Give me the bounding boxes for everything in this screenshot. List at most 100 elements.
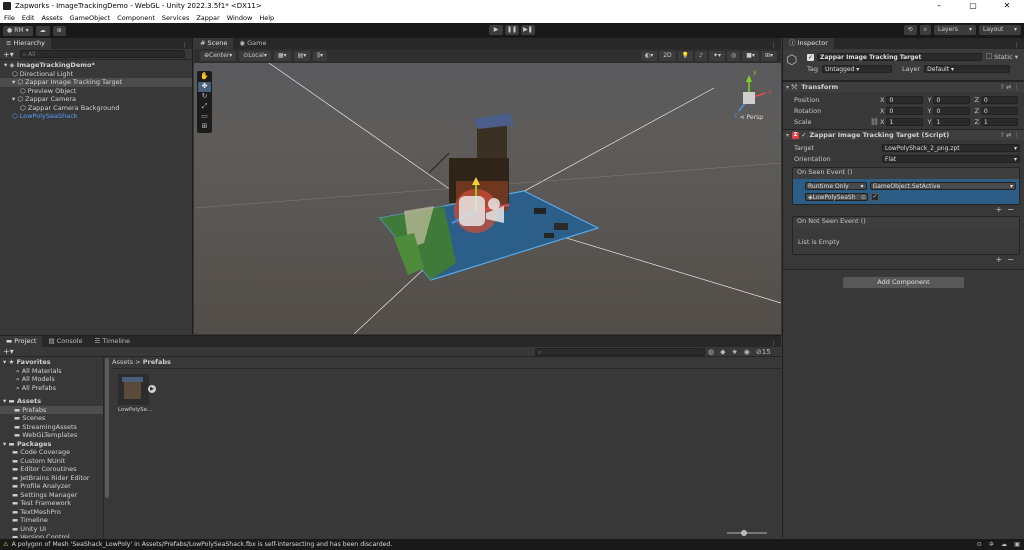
projection-label[interactable]: ⋖ Persp (740, 114, 763, 121)
assets-header[interactable]: ▾ ▬ Assets (0, 397, 103, 406)
position-x-field[interactable]: 0 (886, 95, 924, 104)
align-button[interactable]: ⫼▾ (313, 51, 328, 61)
audio-toggle[interactable]: ♪ (695, 51, 707, 61)
folder-tree-item[interactable]: ⌕ All Prefabs (0, 384, 103, 393)
panel-menu-icon[interactable]: ⋮ (182, 41, 189, 49)
rotate-tool-icon[interactable]: ↻ (198, 92, 211, 102)
scale-z-field[interactable]: 1 (980, 117, 1018, 126)
add-icon[interactable]: +▾ (3, 50, 14, 59)
folder-tree-item[interactable]: ▬ Editor Coroutines (0, 465, 103, 474)
expand-prefab-icon[interactable]: ▶ (148, 385, 156, 393)
pivot-rotation-dropdown[interactable]: ⊙ Local ▾ (239, 51, 271, 61)
scale-tool-icon[interactable]: ⤢ (198, 102, 211, 112)
snap-increment-button[interactable]: ▤▾ (293, 51, 311, 61)
folder-tree-item[interactable]: ▬ Profile Analyzer (0, 482, 103, 491)
hierarchy-item[interactable]: ⬡ Preview Object (0, 87, 192, 96)
folder-tree-item[interactable]: ▬ StreamingAssets (0, 423, 103, 432)
panel-menu-icon[interactable]: ⋮ (771, 339, 778, 347)
transform-component-header[interactable]: ▾ ⤲ Transform ? ⇄ ⋮ (783, 81, 1024, 92)
panel-menu-icon[interactable]: ⋮ (771, 41, 778, 49)
progress-icon[interactable]: ⊙ (977, 541, 982, 548)
component-menu-icons[interactable]: ? ⇄ ⋮ (1000, 131, 1020, 139)
tab-inspector[interactable]: ⓘ Inspector (783, 38, 834, 49)
on-seen-event-entry[interactable]: Runtime Only ▾ GameObject.SetActive ▾ ◈Low… (793, 179, 1019, 204)
foldout-arrow-icon[interactable]: ▾ (786, 132, 789, 139)
scale-y-field[interactable]: 1 (933, 117, 971, 126)
menu-help[interactable]: Help (259, 14, 274, 22)
maximize-button[interactable]: ▢ (956, 0, 990, 12)
collab-button[interactable]: ⊛ (52, 25, 66, 36)
debug-icon[interactable]: ✲ (989, 541, 994, 548)
pause-button[interactable]: ❚❚ (505, 25, 519, 35)
setactive-checkbox[interactable]: ✓ (871, 193, 879, 201)
scale-x-field[interactable]: 1 (886, 117, 924, 126)
play-button[interactable]: ▶ (489, 25, 503, 35)
rect-tool-icon[interactable]: ▭ (198, 112, 211, 122)
target-dropdown[interactable]: LowPolyShack_2_png.zpt ▾ (882, 143, 1020, 152)
search-by-type-icon[interactable]: ◍ (708, 348, 714, 356)
transform-tool-icon[interactable]: ⊞ (198, 122, 211, 132)
pivot-mode-dropdown[interactable]: ⊕ Center ▾ (200, 51, 237, 61)
add-component-button[interactable]: Add Component (843, 277, 964, 288)
layer-dropdown[interactable]: Default ▾ (924, 65, 1011, 73)
grid-snap-button[interactable]: ▦▾ (273, 51, 291, 61)
cloud-status-icon[interactable]: ☁ (1001, 541, 1007, 548)
folder-tree-item[interactable]: ▬ Timeline (0, 516, 103, 525)
folder-tree-item[interactable]: ⌕ All Models (0, 375, 103, 384)
component-enabled-checkbox[interactable]: ✓ (801, 131, 806, 139)
tab-project[interactable]: ▬ Project (0, 336, 43, 347)
search-button[interactable]: ⌕ (919, 25, 931, 35)
menu-edit[interactable]: Edit (22, 14, 35, 22)
rotation-z-field[interactable]: 0 (980, 106, 1018, 115)
asset-item[interactable]: ▶ LowPolySe... (118, 374, 158, 413)
status-message[interactable]: A polygon of Mesh 'SeaShack_LowPoly' in … (12, 541, 393, 548)
step-button[interactable]: ▶❚ (521, 25, 535, 35)
tab-scene[interactable]: # Scene (194, 38, 234, 49)
tag-dropdown[interactable]: Untagged ▾ (822, 65, 893, 73)
position-z-field[interactable]: 0 (980, 95, 1018, 104)
folder-tree-item[interactable]: ▬ Test Framework (0, 499, 103, 508)
folder-tree-item[interactable]: ▬ Version Control (0, 533, 103, 538)
tree-scrollbar[interactable] (105, 358, 109, 498)
notifications-icon[interactable]: ▣ (1014, 541, 1020, 548)
active-checkbox[interactable]: ✓ (807, 53, 814, 61)
hand-tool-icon[interactable]: ✋ (198, 72, 211, 82)
tab-timeline[interactable]: ☰ Timeline (89, 336, 137, 347)
thumbnail-size-slider[interactable] (727, 530, 767, 536)
script-component-header[interactable]: ▾ Z ✓ Zappar Image Tracking Target (Scri… (783, 129, 1024, 140)
hierarchy-item[interactable]: ⬡ Directional Light (0, 70, 192, 79)
hidden-objects-toggle[interactable]: ◎ (727, 51, 741, 61)
tab-hierarchy[interactable]: ≡ Hierarchy (0, 38, 51, 49)
hierarchy-item[interactable]: ▾ ⬡ Zappar Image Tracking Target (0, 78, 192, 87)
object-field[interactable]: ◈LowPolySeaSh ⊙ (805, 193, 868, 201)
move-tool-icon[interactable]: ✥ (198, 82, 211, 92)
panel-menu-icon[interactable]: ⋮ (1014, 41, 1021, 49)
object-name-field[interactable]: Zappar Image Tracking Target (817, 53, 982, 61)
runtime-mode-dropdown[interactable]: Runtime Only ▾ (805, 182, 867, 190)
project-search-input[interactable]: ⌕ (535, 347, 705, 356)
folder-tree-item[interactable]: ▬ TextMeshPro (0, 508, 103, 517)
tab-console[interactable]: ▤ Console (42, 336, 88, 347)
minimize-button[interactable]: – (922, 0, 956, 12)
menu-zappar[interactable]: Zappar (196, 14, 219, 22)
breadcrumb-prefabs[interactable]: Prefabs (143, 358, 171, 366)
hierarchy-item[interactable]: ⬡ Zappar Camera Background (0, 104, 192, 113)
draw-mode-button[interactable]: ◐▾ (640, 51, 658, 61)
position-y-field[interactable]: 0 (933, 95, 971, 104)
folder-tree-item[interactable]: ▬ Scenes (0, 414, 103, 423)
object-picker-icon[interactable]: ⊙ (861, 194, 866, 201)
folder-tree-item[interactable]: ▬ WebGLTemplates (0, 431, 103, 440)
constrain-proportions-icon[interactable]: ⛓ (870, 118, 880, 126)
remove-icon[interactable]: − (1007, 205, 1014, 214)
foldout-arrow-icon[interactable]: ▾ (786, 84, 789, 91)
folder-tree-item[interactable]: ▬ JetBrains Rider Editor (0, 474, 103, 483)
add-icon[interactable]: + (996, 205, 1003, 214)
favorites-header[interactable]: ▾ ★ Favorites (0, 358, 103, 367)
hierarchy-item[interactable]: ⬡ LowPolySeaShack (0, 112, 192, 121)
create-asset-icon[interactable]: +▾ (3, 347, 14, 356)
camera-settings-button[interactable]: ■▾ (742, 51, 759, 61)
2d-toggle[interactable]: 2D (659, 51, 676, 61)
undo-history-button[interactable]: ⟲ (903, 25, 917, 35)
folder-tree-item[interactable]: ⌕ All Materials (0, 367, 103, 376)
save-search-icon[interactable]: ★ (732, 348, 738, 356)
